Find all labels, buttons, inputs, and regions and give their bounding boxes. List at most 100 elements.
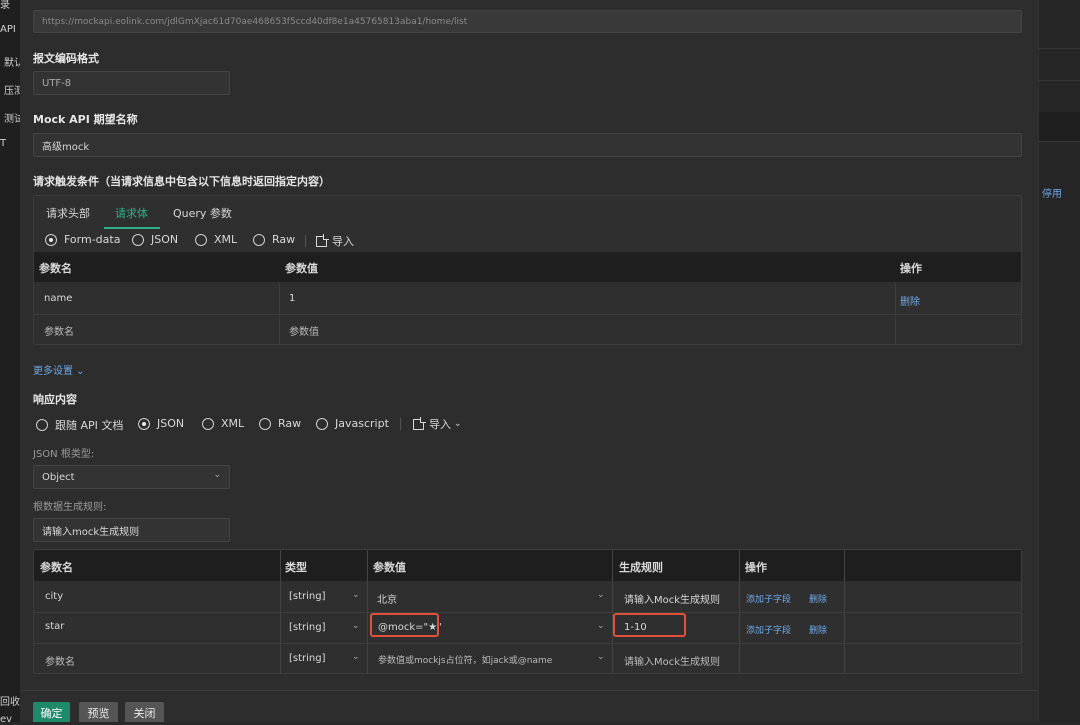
radio-javascript[interactable]: Javascript [316, 417, 389, 430]
highlight-box [370, 613, 439, 637]
nav-item[interactable]: API [0, 24, 16, 35]
radio-xml[interactable]: XML [202, 417, 244, 430]
background-panel: 停用 [1038, 0, 1080, 722]
radio-label: Raw [272, 233, 296, 246]
trigger-condition-label: 请求触发条件（当请求信息中包含以下信息时返回指定内容） [33, 175, 330, 188]
table-cell-value[interactable]: 参数值或mockjs占位符，如jack或@name [378, 653, 552, 666]
row-divider [34, 643, 1021, 644]
table-cell-name[interactable]: star [45, 621, 64, 632]
table-cell-rule[interactable]: 请输入Mock生成规则 [624, 591, 720, 606]
mock-url-field[interactable]: https://mockapi.eolink.com/jdlGmXjac61d7… [33, 10, 1022, 33]
table-cell-value[interactable]: 参数值 [289, 323, 319, 338]
table-cell-name[interactable]: city [45, 591, 63, 602]
tab-query-params[interactable]: Query 参数 [173, 205, 232, 221]
nav-item[interactable]: 录 [0, 0, 10, 11]
divider [1039, 48, 1080, 49]
radio-raw[interactable]: Raw [253, 233, 295, 246]
encoding-label: 报文编码格式 [33, 52, 99, 65]
mock-api-dialog: https://mockapi.eolink.com/jdlGmXjac61d7… [20, 0, 1038, 722]
nav-item[interactable]: ev [0, 714, 12, 725]
table-cell-value[interactable]: 1 [289, 293, 295, 304]
table-cell-type[interactable]: [string] [289, 653, 326, 664]
table-cell-type[interactable]: [string] [289, 622, 326, 633]
radio-label: Javascript [335, 417, 389, 430]
root-rule-label: 根数据生成规则: [33, 502, 107, 513]
column-header-value: 参数值 [373, 561, 406, 574]
mock-name-label: Mock API 期望名称 [33, 113, 138, 126]
response-params-table: 参数名 类型 参数值 生成规则 操作 city [string] ⌄ 北京 ⌄ … [33, 549, 1022, 674]
radio-label: XML [214, 233, 238, 246]
radio-icon [36, 419, 48, 431]
chevron-down-icon: ⌄ [352, 621, 360, 631]
active-tab-indicator [104, 227, 160, 229]
nav-item[interactable]: T [0, 138, 6, 149]
radio-label: Raw [278, 417, 302, 430]
add-child-field-link[interactable]: 添加子字段 [746, 623, 791, 636]
column-header-name: 参数名 [40, 561, 73, 574]
separator [400, 418, 401, 430]
radio-icon [202, 417, 214, 430]
tab-request-headers[interactable]: 请求头部 [46, 205, 90, 221]
column-header-type: 类型 [285, 561, 307, 574]
trigger-table-header: 参数名 参数值 操作 [34, 252, 1021, 282]
tab-request-body[interactable]: 请求体 [115, 205, 148, 221]
column-header-value: 参数值 [285, 262, 318, 275]
radio-xml[interactable]: XML [195, 233, 237, 246]
trigger-panel: 请求头部 请求体 Query 参数 Form-data JSON XML Raw… [33, 195, 1022, 345]
radio-icon [253, 233, 265, 246]
divider [1039, 112, 1080, 142]
radio-icon [195, 233, 207, 246]
root-rule-input[interactable]: 请输入mock生成规则 [33, 518, 230, 542]
close-button[interactable]: 关闭 [125, 702, 164, 722]
encoding-input[interactable]: UTF-8 [33, 71, 230, 95]
footer-divider [20, 690, 1038, 691]
chevron-down-icon: ⌄ [213, 470, 221, 480]
radio-label: 跟随 API 文档 [55, 419, 124, 432]
response-content-label: 响应内容 [33, 393, 77, 406]
highlight-box [613, 613, 686, 637]
table-cell-name[interactable]: 参数名 [45, 653, 75, 668]
import-button[interactable]: 导入 [316, 233, 354, 249]
table-cell-name[interactable]: 参数名 [44, 323, 74, 338]
import-label: 导入 [429, 418, 451, 431]
chevron-down-icon: ⌄ [597, 621, 605, 631]
chevron-down-icon: ⌄ [352, 652, 360, 662]
disable-link[interactable]: 停用 [1042, 185, 1062, 200]
chevron-down-icon: ⌄ [352, 590, 360, 600]
mock-name-input[interactable]: 高级mock [33, 133, 1022, 157]
radio-raw[interactable]: Raw [259, 417, 301, 430]
import-label: 导入 [332, 235, 354, 248]
background-sidebar: 录 API 默认 压测 测试 T 回收站 ev [0, 0, 30, 725]
column-header-action: 操作 [745, 561, 767, 574]
delete-link[interactable]: 删除 [900, 293, 920, 308]
more-settings-link[interactable]: 更多设置 ⌄ [33, 362, 85, 377]
add-child-field-link[interactable]: 添加子字段 [746, 592, 791, 605]
radio-label: Form-data [64, 233, 121, 246]
confirm-button[interactable]: 确定 [33, 702, 70, 722]
chevron-down-icon: ⌄ [597, 590, 605, 600]
import-dropdown[interactable]: 导入 ⌄ [413, 416, 462, 432]
radio-form-data[interactable]: Form-data [45, 233, 120, 246]
radio-label: XML [221, 417, 245, 430]
delete-link[interactable]: 删除 [809, 623, 827, 636]
preview-button[interactable]: 预览 [79, 702, 118, 722]
chevron-down-icon: ⌄ [454, 419, 462, 429]
table-cell-name[interactable]: name [44, 293, 72, 304]
radio-label: JSON [157, 417, 185, 430]
separator [305, 235, 306, 247]
chevron-down-icon: ⌄ [597, 652, 605, 662]
column-divider [895, 282, 896, 344]
column-header-rule: 生成规则 [619, 561, 663, 574]
root-type-select[interactable]: Object ⌄ [33, 465, 230, 489]
radio-icon [259, 417, 271, 430]
radio-follow-api-doc[interactable]: 跟随 API 文档 [36, 417, 123, 433]
delete-link[interactable]: 删除 [809, 592, 827, 605]
divider [1039, 80, 1080, 81]
radio-json[interactable]: JSON [132, 233, 178, 246]
table-cell-type[interactable]: [string] [289, 591, 326, 602]
table-cell-rule[interactable]: 请输入Mock生成规则 [624, 653, 720, 668]
row-divider [34, 612, 1021, 613]
table-cell-value[interactable]: 北京 [377, 591, 397, 606]
radio-label: JSON [151, 233, 179, 246]
radio-json[interactable]: JSON [138, 417, 184, 430]
